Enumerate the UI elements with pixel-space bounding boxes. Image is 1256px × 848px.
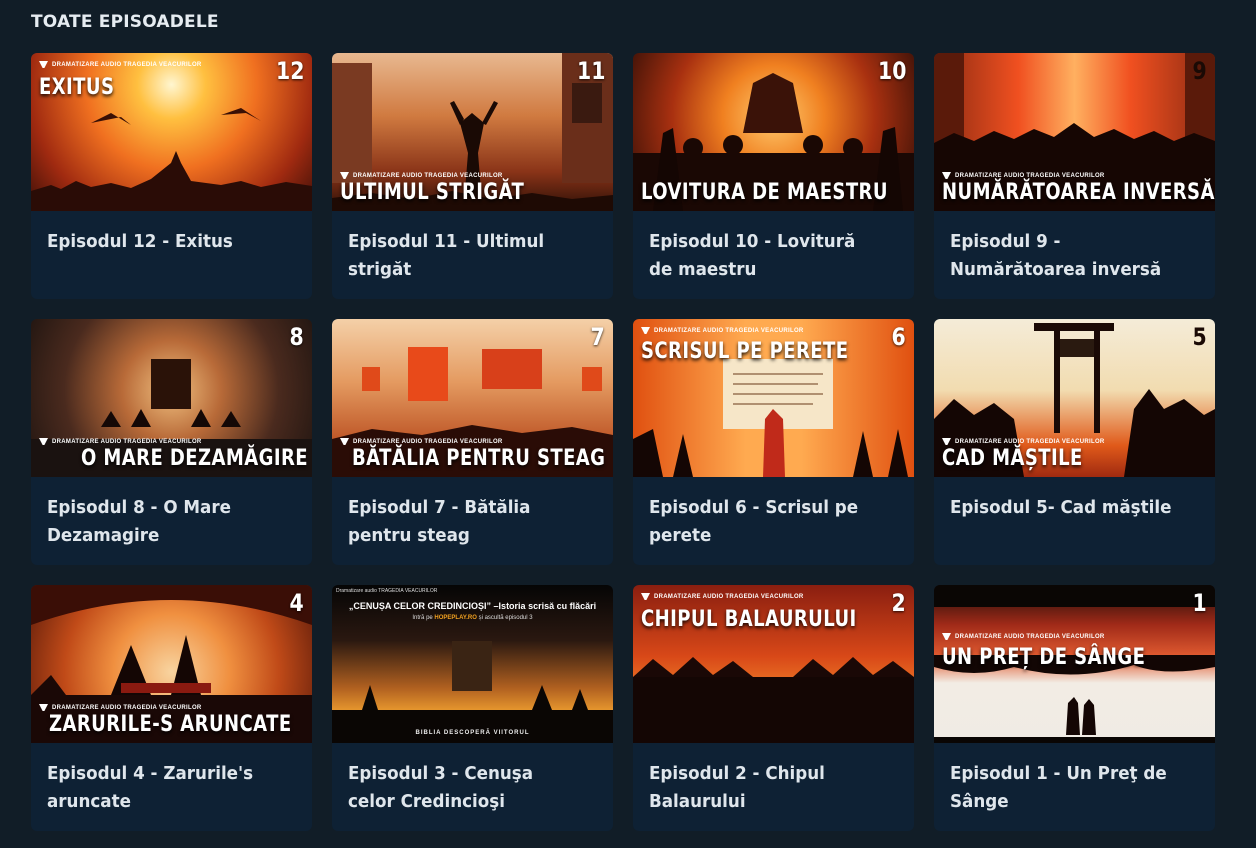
episode-thumbnail[interactable]: DRAMATIZARE AUDIO TRAGEDIA VEACURILOR ZA… xyxy=(31,585,312,743)
episode-title[interactable]: Episodul 3 - Cenuşa celor Credincioşi xyxy=(348,760,581,816)
brand-logo-icon xyxy=(39,61,48,68)
episode-card[interactable]: DRAMATIZARE AUDIO TRAGEDIA VEACURILOR NU… xyxy=(934,53,1215,299)
episode-title[interactable]: Episodul 9 - Numărătoarea inversă xyxy=(950,228,1183,284)
episode-title[interactable]: Episodul 11 - Ultimul strigăt xyxy=(348,228,581,284)
episode-card[interactable]: DRAMATIZARE AUDIO TRAGEDIA VEACURILOR O … xyxy=(31,319,312,565)
episode-card[interactable]: DRAMATIZARE AUDIO TRAGEDIA VEACURILOR BĂ… xyxy=(332,319,613,565)
episode-card[interactable]: DRAMATIZARE AUDIO TRAGEDIA VEACURILOR UN… xyxy=(934,585,1215,831)
episode-thumbnail[interactable]: DRAMATIZARE AUDIO TRAGEDIA VEACURILOR CH… xyxy=(633,585,914,743)
thumbnail-title: CHIPUL BALAURULUI xyxy=(641,607,857,632)
episode-number-badge: 10 xyxy=(877,57,906,85)
episode-thumbnail[interactable]: DRAMATIZARE AUDIO TRAGEDIA VEACURILOR UN… xyxy=(934,585,1215,743)
episode-title[interactable]: Episodul 6 - Scrisul pe perete xyxy=(649,494,882,550)
thumbnail-title: LOVITURA DE MAESTRU xyxy=(641,180,888,205)
episode-number-badge: 7 xyxy=(590,323,605,351)
thumbnail-title: EXITUS xyxy=(39,75,115,100)
thumbnail-title: BĂTĂLIA PENTRU STEAG xyxy=(352,446,606,471)
brand-label: DRAMATIZARE AUDIO TRAGEDIA VEACURILOR xyxy=(942,438,1105,445)
episode-number-badge: 2 xyxy=(891,589,906,617)
promo-brand: Dramatizare audio TRAGEDIA VEACURILOR xyxy=(336,588,438,594)
brand-logo-icon xyxy=(39,704,48,711)
episode-thumbnail[interactable]: DRAMATIZARE AUDIO TRAGEDIA VEACURILOR UL… xyxy=(332,53,613,211)
episode-card[interactable]: DRAMATIZARE AUDIO TRAGEDIA VEACURILOR CA… xyxy=(934,319,1215,565)
episode-card[interactable]: Dramatizare audio TRAGEDIA VEACURILOR „C… xyxy=(332,585,613,831)
episode-title[interactable]: Episodul 7 - Bătălia pentru steag xyxy=(348,494,581,550)
thumbnail-title: ZARURILE-S ARUNCATE xyxy=(49,712,292,737)
episode-number-badge: 9 xyxy=(1192,57,1207,85)
episode-card[interactable]: DRAMATIZARE AUDIO TRAGEDIA VEACURILOR CH… xyxy=(633,585,914,831)
brand-logo-icon xyxy=(641,327,650,334)
section-title: TOATE EPISOADELE xyxy=(31,12,219,32)
brand-label: DRAMATIZARE AUDIO TRAGEDIA VEACURILOR xyxy=(340,172,503,179)
brand-logo-icon xyxy=(39,438,48,445)
brand-logo-icon xyxy=(340,172,349,179)
episode-number-badge: 6 xyxy=(891,323,906,351)
thumbnail-title: UN PREȚ DE SÂNGE xyxy=(942,645,1146,670)
episode-card[interactable]: DRAMATIZARE AUDIO TRAGEDIA VEACURILOR UL… xyxy=(332,53,613,299)
episode-thumbnail[interactable]: LOVITURA DE MAESTRU 10 xyxy=(633,53,914,211)
thumbnail-title: NUMĂRĂTOAREA INVERSĂ xyxy=(942,180,1215,205)
brand-logo-icon xyxy=(340,438,349,445)
episode-thumbnail[interactable]: DRAMATIZARE AUDIO TRAGEDIA VEACURILOR CA… xyxy=(934,319,1215,477)
thumbnail-title: O MARE DEZAMĂGIRE xyxy=(81,446,308,471)
episode-card[interactable]: LOVITURA DE MAESTRU 10 Episodul 10 - Lov… xyxy=(633,53,914,299)
episode-title[interactable]: Episodul 5- Cad măştile xyxy=(950,494,1183,522)
thumbnail-title: ULTIMUL STRIGĂT xyxy=(340,180,525,205)
episode-title[interactable]: Episodul 2 - Chipul Balaurului xyxy=(649,760,882,816)
brand-logo-icon xyxy=(942,633,951,640)
episode-number-badge: 11 xyxy=(576,57,605,85)
episode-card[interactable]: DRAMATIZARE AUDIO TRAGEDIA VEACURILOR SC… xyxy=(633,319,914,565)
episode-title[interactable]: Episodul 4 - Zarurile's aruncate xyxy=(47,760,280,816)
brand-label: DRAMATIZARE AUDIO TRAGEDIA VEACURILOR xyxy=(39,61,202,68)
brand-label: DRAMATIZARE AUDIO TRAGEDIA VEACURILOR xyxy=(39,438,202,445)
episode-number-badge: 4 xyxy=(289,589,304,617)
thumbnail-title: CAD MĂȘTILE xyxy=(942,446,1083,471)
episode-grid: DRAMATIZARE AUDIO TRAGEDIA VEACURILOR EX… xyxy=(31,53,1215,831)
episode-thumbnail[interactable]: DRAMATIZARE AUDIO TRAGEDIA VEACURILOR SC… xyxy=(633,319,914,477)
episode-number-badge: 5 xyxy=(1192,323,1207,351)
episode-thumbnail[interactable]: DRAMATIZARE AUDIO TRAGEDIA VEACURILOR O … xyxy=(31,319,312,477)
episode-title[interactable]: Episodul 12 - Exitus xyxy=(47,228,280,256)
episode-card[interactable]: DRAMATIZARE AUDIO TRAGEDIA VEACURILOR ZA… xyxy=(31,585,312,831)
episode-thumbnail[interactable]: DRAMATIZARE AUDIO TRAGEDIA VEACURILOR EX… xyxy=(31,53,312,211)
brand-label: DRAMATIZARE AUDIO TRAGEDIA VEACURILOR xyxy=(942,633,1105,640)
episode-number-badge: 8 xyxy=(289,323,304,351)
brand-logo-icon xyxy=(641,593,650,600)
brand-label: DRAMATIZARE AUDIO TRAGEDIA VEACURILOR xyxy=(942,172,1105,179)
brand-label: DRAMATIZARE AUDIO TRAGEDIA VEACURILOR xyxy=(641,327,804,334)
brand-label: DRAMATIZARE AUDIO TRAGEDIA VEACURILOR xyxy=(39,704,202,711)
episode-thumbnail[interactable]: DRAMATIZARE AUDIO TRAGEDIA VEACURILOR NU… xyxy=(934,53,1215,211)
episode-title[interactable]: Episodul 10 - Lovitură de maestru xyxy=(649,228,882,284)
episode-number-badge: 1 xyxy=(1192,589,1207,617)
brand-logo-icon xyxy=(942,172,951,179)
brand-logo-icon xyxy=(942,438,951,445)
promo-headline: „CENUȘA CELOR CREDINCIOȘI” –Istoria scri… xyxy=(348,601,597,611)
promo-subline: Intră pe HOPEPLAY.RO și ascultă episodul… xyxy=(412,615,533,621)
thumbnail-title: SCRISUL PE PERETE xyxy=(641,339,849,364)
brand-label: DRAMATIZARE AUDIO TRAGEDIA VEACURILOR xyxy=(641,593,804,600)
episode-number-badge: 12 xyxy=(275,57,304,85)
episode-title[interactable]: Episodul 8 - O Mare Dezamagire xyxy=(47,494,280,550)
promo-footer: BIBLIA DESCOPERĂ VIITORUL xyxy=(415,730,530,736)
episode-thumbnail[interactable]: Dramatizare audio TRAGEDIA VEACURILOR „C… xyxy=(332,585,613,743)
episode-card[interactable]: DRAMATIZARE AUDIO TRAGEDIA VEACURILOR EX… xyxy=(31,53,312,299)
episode-title[interactable]: Episodul 1 - Un Preţ de Sânge xyxy=(950,760,1183,816)
brand-label: DRAMATIZARE AUDIO TRAGEDIA VEACURILOR xyxy=(340,438,503,445)
episode-thumbnail[interactable]: DRAMATIZARE AUDIO TRAGEDIA VEACURILOR BĂ… xyxy=(332,319,613,477)
